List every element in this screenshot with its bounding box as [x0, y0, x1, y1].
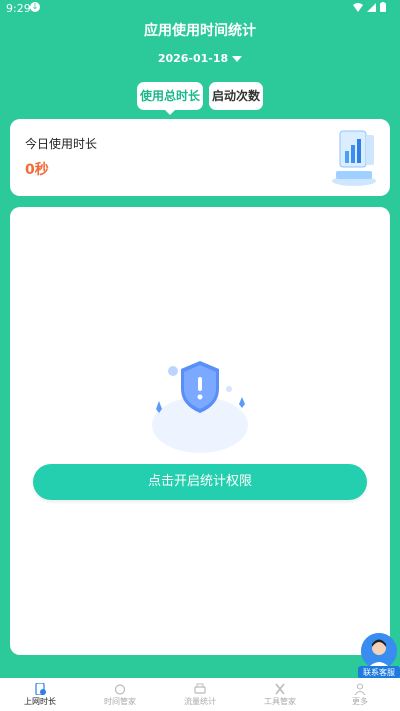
today-usage-label: 今日使用时长	[25, 137, 98, 151]
page-title: 应用使用时间统计	[144, 23, 256, 39]
tab-launch-count[interactable]: 启动次数	[209, 82, 264, 110]
nav-label: 工具管家	[264, 696, 296, 706]
tab-total-duration[interactable]: 使用总时长	[136, 82, 203, 115]
today-usage-card: 今日使用时长 0秒	[10, 119, 390, 196]
nav-item-time-manager[interactable]: 时间管家	[80, 678, 160, 711]
battery-icon	[380, 2, 386, 12]
tools-icon	[275, 683, 285, 694]
nav-label: 更多	[352, 696, 368, 706]
permission-card: 点击开启统计权限	[10, 207, 390, 655]
nav-item-internet-time[interactable]: 上网时长	[0, 678, 80, 711]
date-selector[interactable]: 2026-01-18	[0, 52, 400, 65]
enable-permission-button[interactable]: 点击开启统计权限	[33, 464, 367, 500]
customer-service-button[interactable]: 联系客服	[358, 633, 400, 679]
status-icons	[353, 2, 386, 12]
nav-item-more[interactable]: 更多	[320, 678, 400, 711]
nav-item-traffic-stats[interactable]: 流量统计	[160, 678, 240, 711]
status-time: 9:29	[6, 2, 31, 15]
tab-bar: 使用总时长 启动次数	[0, 82, 400, 115]
alarm-icon	[114, 683, 126, 695]
nav-item-tool-manager[interactable]: 工具管家	[240, 678, 320, 711]
nav-label: 流量统计	[184, 696, 216, 706]
printer-icon	[194, 683, 206, 694]
wifi-icon	[353, 2, 363, 12]
chart-illustration-icon	[332, 130, 376, 186]
phone-clock-icon	[35, 682, 46, 695]
agent-avatar-icon	[361, 633, 397, 669]
today-usage-value: 0秒	[25, 162, 49, 178]
person-icon	[354, 682, 366, 695]
signal-icon	[367, 2, 376, 12]
nav-label: 时间管家	[104, 696, 136, 706]
bottom-nav: 上网时长 时间管家 流量统计 工具管家 更多	[0, 678, 400, 711]
service-avatar	[361, 633, 397, 669]
status-bar: 9:29 ↓	[0, 0, 400, 16]
download-icon: ↓	[30, 2, 40, 12]
nav-label: 上网时长	[24, 696, 56, 706]
shield-alert-icon	[152, 361, 248, 453]
date-label: 2026-01-18	[157, 52, 229, 65]
caret-down-icon	[232, 56, 243, 62]
